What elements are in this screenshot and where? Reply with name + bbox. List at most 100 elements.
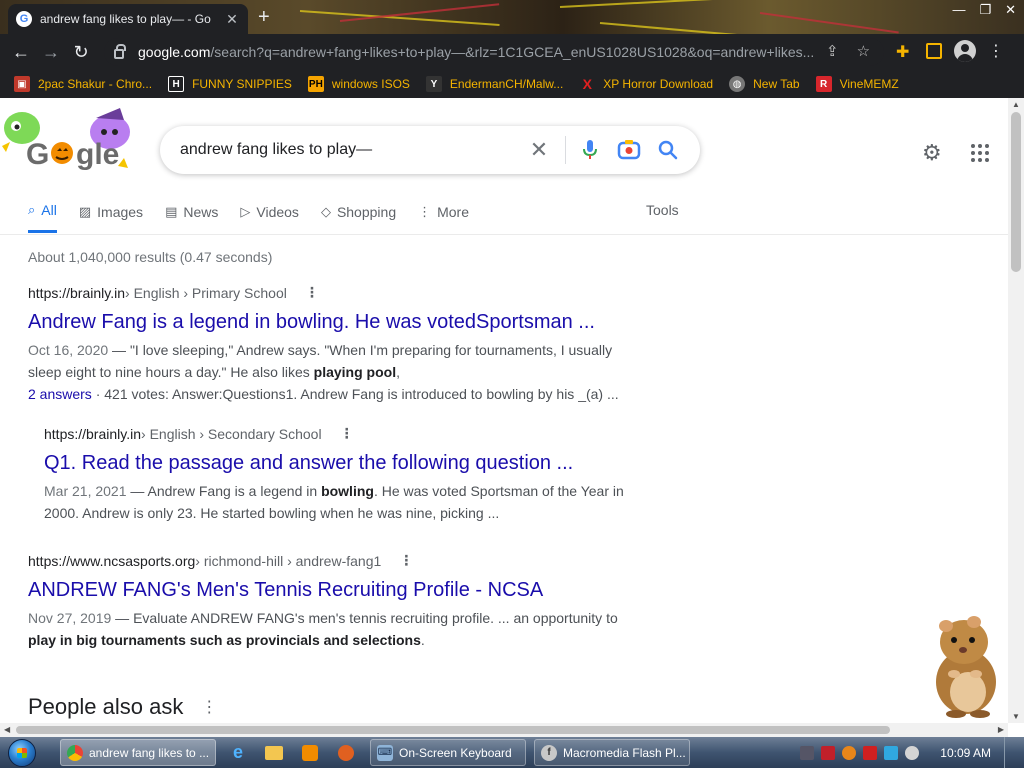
google-favicon-icon: G (16, 11, 32, 27)
scroll-right-icon[interactable]: ▶ (998, 725, 1004, 734)
tray-flag-icon[interactable] (863, 745, 878, 760)
start-button[interactable] (0, 737, 44, 768)
search-query-input[interactable]: andrew fang likes to play— (180, 141, 525, 159)
maximize-icon[interactable]: ❐ (979, 2, 991, 18)
tab-close-icon[interactable]: ✕ (224, 11, 240, 28)
lens-camera-icon[interactable] (616, 138, 642, 162)
bookmark-label: FUNNY SNIPPIES (192, 77, 292, 91)
bookmark-vinememz[interactable]: R VineMEMZ (815, 76, 899, 92)
tray-network-icon[interactable] (884, 745, 899, 760)
tab-more[interactable]: ⋮ More (418, 202, 469, 233)
extensions-area: ✚ ⋮ (896, 40, 1004, 62)
bookmark-new-tab[interactable]: ◍ New Tab (729, 76, 800, 92)
snippet-text: — Andrew Fang is a legend in (126, 483, 322, 499)
video-icon: ▷ (240, 203, 251, 219)
profile-avatar-icon[interactable] (954, 40, 976, 62)
tools-button[interactable]: Tools (646, 202, 679, 218)
search-submit-icon[interactable] (656, 138, 680, 162)
result-cite[interactable]: https://www.ncsasports.org › richmond-hi… (28, 552, 628, 569)
new-tab-button[interactable]: + (258, 6, 270, 29)
horizontal-scrollbar[interactable]: ◀ ▶ (0, 723, 1008, 737)
side-panel-icon[interactable] (926, 43, 942, 59)
taskbar-item-flash[interactable]: f Macromedia Flash Pl... (534, 739, 690, 766)
tab-news[interactable]: ▤ News (165, 202, 218, 233)
bookmark-label: XP Horror Download (603, 77, 714, 91)
google-doodle-logo[interactable]: G gle (0, 106, 150, 186)
minimize-icon[interactable]: — (952, 2, 965, 18)
result-title-link[interactable]: ANDREW FANG's Men's Tennis Recruiting Pr… (28, 577, 628, 603)
result-options-icon[interactable]: ⋮ (399, 552, 413, 569)
vertical-scroll-thumb[interactable] (1011, 112, 1021, 272)
clear-search-icon[interactable]: ✕ (525, 137, 553, 163)
tab-videos[interactable]: ▷ Videos (240, 202, 299, 233)
result-options-icon[interactable]: ⋮ (340, 425, 354, 442)
h-icon: H (168, 76, 185, 92)
result-title-link[interactable]: Andrew Fang is a legend in bowling. He w… (28, 309, 628, 335)
tray-volume-icon[interactable] (905, 745, 920, 760)
taskbar-clock[interactable]: 10:09 AM (940, 746, 991, 760)
internet-explorer-icon: e (232, 742, 243, 762)
keyboard-icon: ⌨ (377, 744, 393, 761)
desktop-hamster-pet-icon[interactable] (918, 612, 1008, 718)
svg-text:G: G (26, 138, 49, 171)
tab-shopping[interactable]: ◇ Shopping (321, 202, 396, 233)
tab-label: All (41, 202, 57, 218)
tray-antivirus-icon[interactable] (821, 745, 836, 760)
result-options-icon[interactable]: ⋮ (305, 284, 319, 301)
tab-all[interactable]: ⌕ All (28, 202, 57, 233)
answers-link[interactable]: 2 answers (28, 386, 92, 402)
bookmark-star-icon[interactable]: ☆ (857, 42, 870, 60)
back-icon[interactable]: ← (6, 37, 36, 67)
bookmark-xp-horror[interactable]: X XP Horror Download (579, 76, 714, 92)
tab-images[interactable]: ▨ Images (79, 202, 143, 233)
quicklaunch-app[interactable] (328, 739, 364, 766)
result-cite[interactable]: https://brainly.in › English › Secondary… (44, 425, 628, 442)
result-snippet: Oct 16, 2020 — "I love sleeping," Andrew… (28, 339, 628, 383)
result-stats: About 1,040,000 results (0.47 seconds) (28, 249, 273, 265)
bookmark-funny-snippies[interactable]: H FUNNY SNIPPIES (168, 76, 292, 92)
taskbar-item-chrome[interactable]: andrew fang likes to ... (60, 739, 216, 766)
taskbar-item-osk[interactable]: ⌨ On-Screen Keyboard (370, 739, 526, 766)
tray-app-icon[interactable] (800, 745, 815, 760)
google-apps-grid-icon[interactable] (971, 144, 989, 162)
chrome-menu-icon[interactable]: ⋮ (988, 41, 1004, 61)
result-date: Nov 27, 2019 (28, 610, 112, 626)
reload-icon[interactable]: ↻ (66, 37, 96, 67)
image-icon: ▨ (78, 203, 92, 219)
bookmark-2pac[interactable]: ▣ 2pac Shakur - Chro... (14, 76, 152, 92)
tab-label: Shopping (336, 203, 397, 220)
windows-start-orb-icon (8, 738, 36, 767)
snippet-highlight: playing pool (313, 364, 397, 380)
forward-icon[interactable]: → (36, 37, 66, 67)
snippet-highlight: bowling (321, 483, 374, 499)
bookmark-windows-isos[interactable]: PH windows ISOS (307, 76, 410, 92)
bookmark-label: VineMEMZ (839, 77, 899, 91)
browser-tab[interactable]: G andrew fang likes to play— - Go ✕ (8, 4, 248, 34)
tray-search-icon[interactable] (842, 745, 857, 760)
bookmark-endermanch[interactable]: Y EndermanCH/Malw... (425, 76, 563, 92)
system-tray: 10:09 AM (794, 737, 1024, 768)
quicklaunch-media[interactable] (292, 739, 328, 766)
lock-icon (114, 44, 126, 59)
result-snippet: Mar 21, 2021 — Andrew Fang is a legend i… (44, 480, 628, 524)
extensions-puzzle-icon[interactable]: ✚ (896, 42, 914, 61)
scroll-down-icon[interactable]: ▼ (1012, 712, 1020, 721)
quicklaunch-explorer[interactable] (256, 739, 292, 766)
show-desktop-button[interactable] (1004, 737, 1014, 768)
scroll-left-icon[interactable]: ◀ (4, 725, 10, 734)
result-title-link[interactable]: Q1. Read the passage and answer the foll… (44, 450, 628, 476)
address-bar[interactable]: google.com /search?q=andrew+fang+likes+t… (104, 38, 884, 66)
share-icon[interactable]: ⇪ (826, 42, 839, 60)
search-result: https://brainly.in › English › Primary S… (28, 284, 628, 405)
taskbar-item-label: andrew fang likes to ... (89, 745, 210, 760)
voice-search-mic-icon[interactable] (578, 138, 602, 162)
paa-options-icon[interactable]: ⋮ (201, 697, 217, 717)
quicklaunch-ie[interactable]: e (220, 739, 256, 766)
close-window-icon[interactable]: ✕ (1005, 2, 1016, 18)
settings-gear-icon[interactable]: ⚙ (922, 140, 942, 166)
search-box[interactable]: andrew fang likes to play— ✕ (160, 126, 700, 174)
result-cite[interactable]: https://brainly.in › English › Primary S… (28, 284, 628, 301)
vertical-scrollbar[interactable]: ▲ ▼ (1008, 98, 1024, 723)
scroll-up-icon[interactable]: ▲ (1012, 100, 1020, 109)
horizontal-scroll-thumb[interactable] (16, 726, 890, 734)
